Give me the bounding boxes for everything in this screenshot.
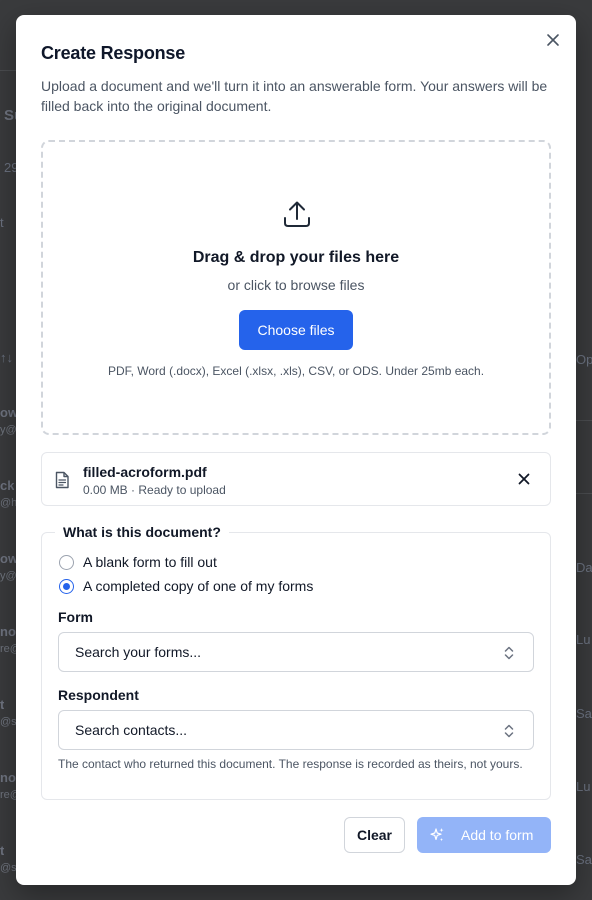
bg-fragment: Sab: [576, 852, 592, 867]
radio-button[interactable]: [59, 578, 74, 594]
dropzone-hint: PDF, Word (.docx), Excel (.xlsx, .xls), …: [107, 364, 485, 378]
dialog-description: Upload a document and we'll turn it into…: [41, 78, 548, 114]
bg-fragment: Opi: [576, 352, 592, 367]
respondent-search-placeholder: Search contacts...: [75, 722, 188, 738]
clear-button[interactable]: Clear: [344, 817, 405, 853]
form-field-label: Form: [58, 609, 93, 625]
form-search-combobox[interactable]: Search your forms...: [58, 632, 534, 672]
chevron-up-down-icon: [504, 646, 514, 660]
bg-fragment: Dal: [576, 560, 592, 575]
respondent-field-label: Respondent: [58, 687, 139, 703]
close-icon[interactable]: [545, 32, 561, 48]
bg-fragment: Sab: [576, 706, 592, 721]
choose-files-button[interactable]: Choose files: [239, 310, 353, 350]
add-to-form-label: Add to form: [461, 827, 534, 843]
file-status: 0.00 MB · Ready to upload: [83, 483, 226, 497]
bg-fragment: ↑↓: [0, 350, 13, 365]
radio-label: A blank form to fill out: [83, 554, 217, 570]
sparkle-icon: [430, 828, 444, 842]
fieldset-legend: What is this document?: [55, 524, 229, 540]
bg-divider: [0, 70, 16, 71]
file-dropzone[interactable]: Drag & drop your files here or click to …: [41, 140, 551, 435]
bg-fragment: Lu: [576, 632, 591, 647]
close-icon[interactable]: [518, 473, 530, 485]
dialog-title: Create Response: [41, 43, 186, 63]
document-type-fieldset: What is this document? A blank form to f…: [41, 524, 551, 800]
bg-divider: [576, 420, 592, 421]
file-name: filled-acroform.pdf: [83, 464, 207, 480]
bg-fragment: Lu: [576, 779, 591, 794]
uploaded-file-item: filled-acroform.pdf 0.00 MB · Ready to u…: [41, 452, 551, 506]
form-search-placeholder: Search your forms...: [75, 644, 202, 660]
bg-fragment: no: [0, 624, 16, 639]
respondent-search-combobox[interactable]: Search contacts...: [58, 710, 534, 750]
radio-button[interactable]: [59, 554, 74, 570]
radio-label: A completed copy of one of my forms: [83, 578, 314, 594]
document-icon: [55, 471, 69, 489]
radio-blank-form[interactable]: A blank form to fill out: [59, 554, 217, 570]
bg-divider: [576, 493, 592, 494]
chevron-up-down-icon: [504, 724, 514, 738]
radio-completed-copy[interactable]: A completed copy of one of my forms: [59, 578, 313, 594]
dropzone-title: Drag & drop your files here: [192, 249, 400, 266]
dropzone-subtitle: or click to browse files: [227, 277, 365, 293]
bg-fragment: t: [0, 215, 4, 230]
upload-icon: [284, 201, 310, 227]
bg-fragment: t: [0, 697, 5, 712]
bg-fragment: ck: [0, 478, 15, 493]
create-response-dialog: Create Response Upload a document and we…: [16, 15, 576, 885]
respondent-help-text: The contact who returned this document. …: [58, 757, 523, 771]
bg-fragment: no: [0, 770, 16, 785]
add-to-form-button[interactable]: Add to form: [417, 817, 551, 853]
bg-fragment: t: [0, 843, 5, 858]
